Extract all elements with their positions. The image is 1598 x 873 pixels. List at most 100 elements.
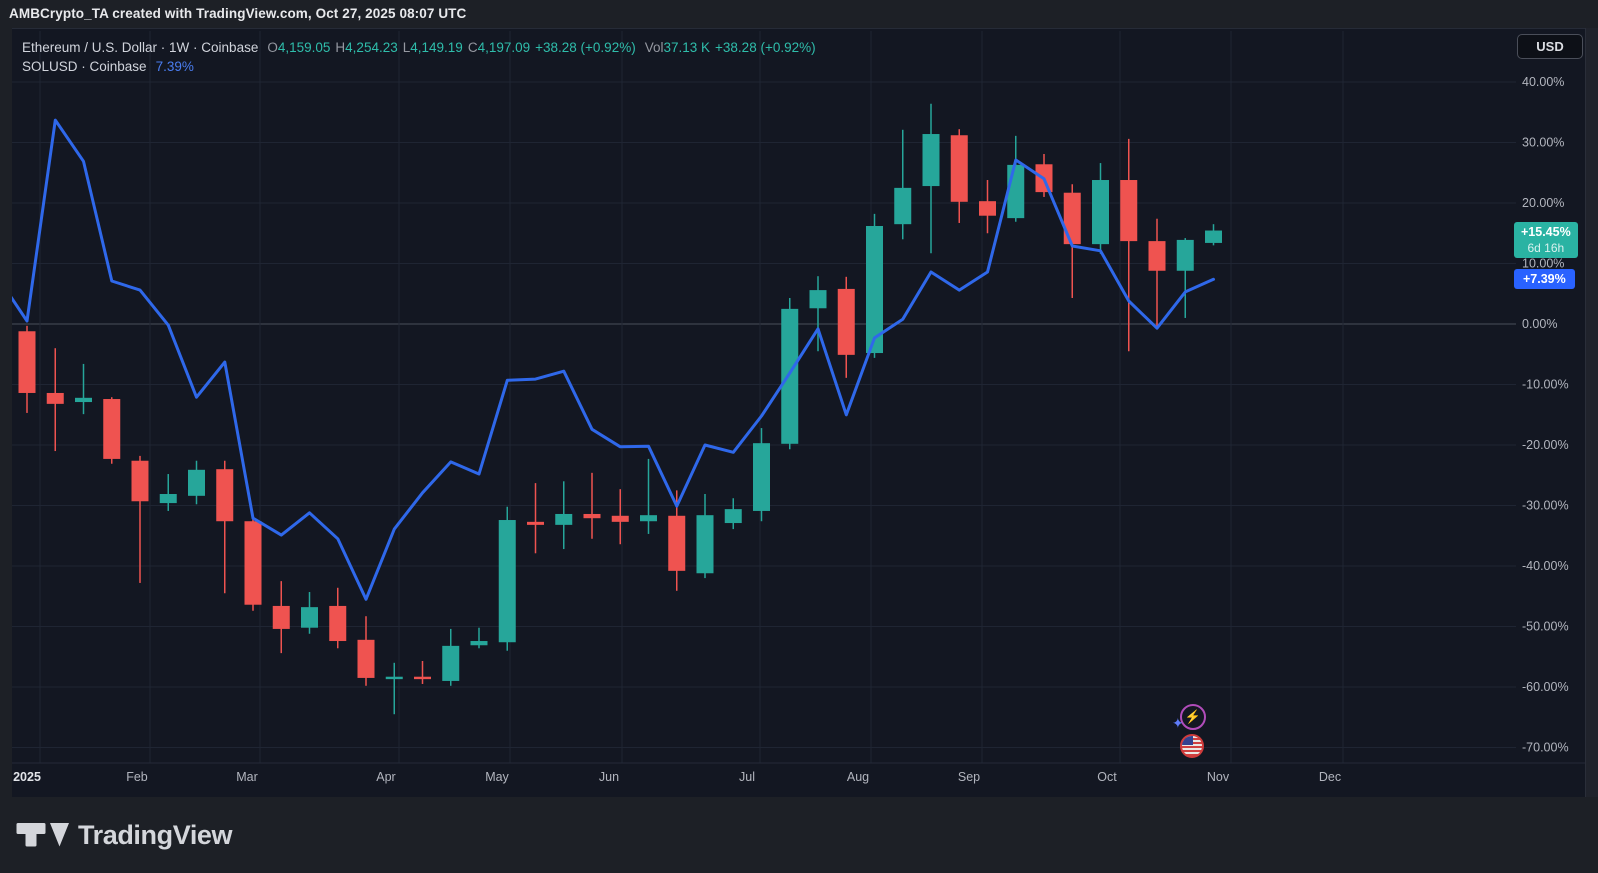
candle-body xyxy=(19,331,36,393)
attribution-text: AMBCrypto_TA created with TradingView.co… xyxy=(9,6,466,21)
candle-body xyxy=(75,398,92,402)
close-value: 4,197.09 xyxy=(478,40,531,55)
candle-body xyxy=(555,514,572,525)
footer-bar: TradingView xyxy=(0,797,1598,873)
price-axis-label: -30.00% xyxy=(1522,499,1569,513)
symbol-header: Ethereum / U.S. Dollar · 1W · CoinbaseO4… xyxy=(22,38,816,76)
candle-body xyxy=(781,309,798,444)
time-axis-label: Jul xyxy=(739,770,755,784)
candle-body xyxy=(1177,240,1194,271)
price-axis-label: -70.00% xyxy=(1522,741,1569,755)
candle-body xyxy=(216,469,233,521)
compare-symbol-title[interactable]: SOLUSD · Coinbase xyxy=(22,59,147,74)
sol-compare-line xyxy=(12,120,1214,599)
candle-body xyxy=(442,646,459,681)
tradingview-logo-mark xyxy=(14,816,72,854)
candle-body xyxy=(471,641,488,645)
price-axis-label: -20.00% xyxy=(1522,438,1569,452)
time-axis-label: Aug xyxy=(847,770,869,784)
price-axis-label: 40.00% xyxy=(1522,75,1564,89)
lightning-icon: ⚡ xyxy=(1185,709,1201,725)
economic-events-icon[interactable]: ⚡ ✦ xyxy=(1180,704,1206,730)
flag-canton xyxy=(1182,736,1193,745)
time-axis-label: Oct xyxy=(1097,770,1117,784)
price-axis-label: -40.00% xyxy=(1522,559,1569,573)
candle-body xyxy=(386,677,403,679)
us-flag-icon[interactable] xyxy=(1180,734,1204,758)
candle-body xyxy=(612,516,629,522)
time-axis-label: 2025 xyxy=(13,770,41,784)
close-label: C xyxy=(468,40,478,55)
right-scroll-strip[interactable] xyxy=(1585,28,1598,797)
time-axis-label: May xyxy=(485,770,509,784)
tradingview-snapshot: { "attribution": "AMBCrypto_TA created w… xyxy=(0,0,1598,873)
price-axis-label: 0.00% xyxy=(1522,317,1557,331)
candle-body xyxy=(979,201,996,216)
time-axis-label: Nov xyxy=(1207,770,1230,784)
candle-body xyxy=(301,607,318,628)
candle-body xyxy=(1007,165,1024,218)
compare-symbol-value: 7.39% xyxy=(156,59,194,74)
tradingview-logo-text: TradingView xyxy=(78,820,232,851)
chart-area[interactable]: 40.00%30.00%20.00%10.00%0.00%-10.00%-20.… xyxy=(12,28,1585,797)
candle-body xyxy=(1120,180,1137,241)
candle-body xyxy=(725,509,742,523)
candle-body xyxy=(414,677,431,679)
sparkle-icon: ✦ xyxy=(1172,715,1184,732)
candle-body xyxy=(923,134,940,186)
open-value: 4,159.05 xyxy=(278,40,331,55)
candle-body xyxy=(47,393,64,404)
time-axis-label: Mar xyxy=(236,770,258,784)
price-axis-label: -50.00% xyxy=(1522,620,1569,634)
eth-price-axis-badge: +15.45% 6d 16h xyxy=(1514,222,1578,258)
candle-body xyxy=(810,290,827,308)
tradingview-logo[interactable]: TradingView xyxy=(14,816,232,854)
candle-body xyxy=(188,470,205,496)
candle-body xyxy=(245,521,262,604)
candlestick-chart-svg[interactable]: 40.00%30.00%20.00%10.00%0.00%-10.00%-20.… xyxy=(12,29,1585,798)
candle-body xyxy=(894,188,911,224)
candle-body xyxy=(668,516,685,571)
candle-body xyxy=(584,514,601,518)
time-axis-label: Jun xyxy=(599,770,619,784)
sol-price-axis-badge: +7.39% xyxy=(1514,269,1575,289)
volume-value: 37.13 K xyxy=(663,40,710,55)
candle-body xyxy=(1149,241,1166,271)
eth-change-percent: +15.45% xyxy=(1521,224,1571,240)
candle-body xyxy=(697,515,714,573)
eth-candle-countdown: 6d 16h xyxy=(1521,240,1571,256)
time-axis-label: Sep xyxy=(958,770,980,784)
change-value: +38.28 (+0.92%) xyxy=(535,40,636,55)
price-axis-label: -60.00% xyxy=(1522,680,1569,694)
symbol-header-line1: Ethereum / U.S. Dollar · 1W · CoinbaseO4… xyxy=(22,38,816,57)
candle-body xyxy=(838,289,855,355)
candle-body xyxy=(527,522,544,525)
currency-toggle-button[interactable]: USD xyxy=(1517,34,1583,59)
time-axis-label: Feb xyxy=(126,770,148,784)
candle-body xyxy=(132,461,149,502)
candle-body xyxy=(640,515,657,521)
volume-change: +38.28 (+0.92%) xyxy=(715,40,816,55)
candle-body xyxy=(1064,193,1081,244)
candle-body xyxy=(753,443,770,511)
price-axis-label: 20.00% xyxy=(1522,196,1564,210)
high-value: 4,254.23 xyxy=(345,40,398,55)
price-axis-label: -10.00% xyxy=(1522,378,1569,392)
candle-body xyxy=(273,606,290,629)
candle-body xyxy=(329,606,346,641)
candle-body xyxy=(499,520,516,642)
time-axis-label: Apr xyxy=(376,770,395,784)
symbol-header-line2: SOLUSD · Coinbase 7.39% xyxy=(22,57,816,76)
candle-body xyxy=(1092,180,1109,244)
candle-body xyxy=(1205,231,1222,243)
price-axis-label: 30.00% xyxy=(1522,136,1564,150)
candle-body xyxy=(103,399,120,459)
low-value: 4,149.19 xyxy=(410,40,463,55)
time-axis-label: Dec xyxy=(1319,770,1341,784)
candle-body xyxy=(951,135,968,202)
open-label: O xyxy=(267,40,278,55)
candle-body xyxy=(358,640,375,678)
candle-body xyxy=(160,494,177,503)
high-label: H xyxy=(335,40,345,55)
symbol-title[interactable]: Ethereum / U.S. Dollar · 1W · Coinbase xyxy=(22,40,258,55)
